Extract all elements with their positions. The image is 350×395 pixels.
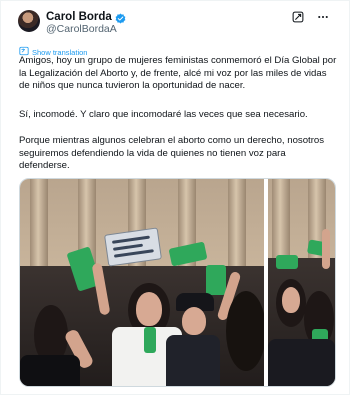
more-icon[interactable] [316,10,329,23]
tweet-paragraph: Sí, incomodé. Y claro que incomodaré las… [19,109,308,120]
tweet-paragraph: Amigos, hoy un grupo de mujeres feminist… [19,55,337,92]
tweet-media-grid [19,178,336,387]
author-display-name[interactable]: Carol Borda [46,11,112,23]
verified-badge-icon [115,11,126,24]
tweet-top-actions [291,10,329,23]
tweet-paragraph: Porque mientras algunos celebran el abor… [19,135,325,172]
author-handle[interactable]: @CarolBordaA [46,23,117,35]
grok-icon[interactable] [291,10,304,23]
avatar[interactable] [18,10,40,32]
protest-photo-main[interactable] [20,179,265,386]
author-name-row: Carol Borda [46,10,126,24]
protest-photo-side[interactable] [268,179,335,386]
tweet-card: Carol Borda @CarolBordaA Show translatio… [0,0,350,395]
